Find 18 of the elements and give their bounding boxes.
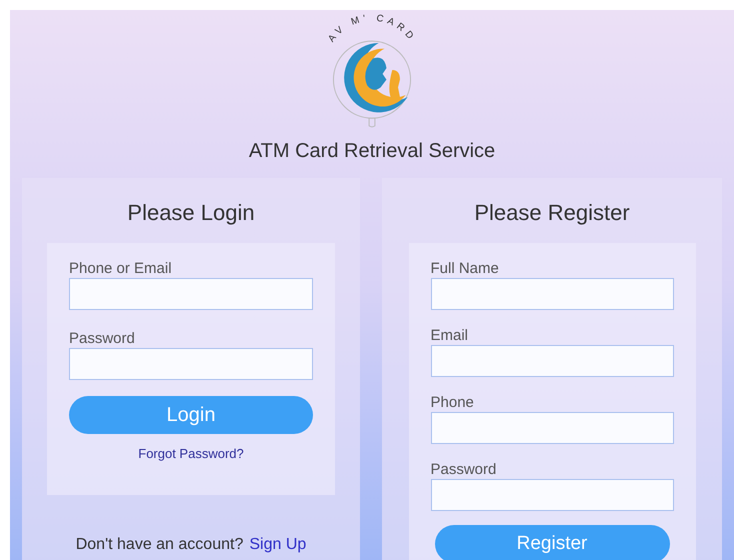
field-label: Full Name — [430, 259, 500, 278]
input-field[interactable] — [430, 412, 674, 444]
input-field[interactable] — [430, 479, 674, 511]
card-heading: Please Login — [127, 199, 255, 227]
signup-prompt: Don't have an account? — [76, 535, 244, 555]
input-field[interactable] — [69, 348, 313, 380]
card-heading: Please Register — [474, 199, 630, 227]
input-field[interactable] — [69, 278, 313, 310]
input-field[interactable] — [430, 345, 674, 377]
field-label: Phone — [430, 393, 475, 412]
signup-link[interactable]: Sign Up — [249, 533, 306, 557]
field-label: Email — [430, 326, 470, 345]
field-label: Password — [69, 329, 136, 348]
field-label: Phone or Email — [69, 259, 173, 278]
forgot-password-link[interactable]: Forgot Password? — [138, 444, 244, 464]
input-field[interactable] — [430, 278, 674, 310]
page-title: ATM Card Retrieval Service — [248, 139, 496, 164]
field-label: Password — [430, 460, 498, 479]
